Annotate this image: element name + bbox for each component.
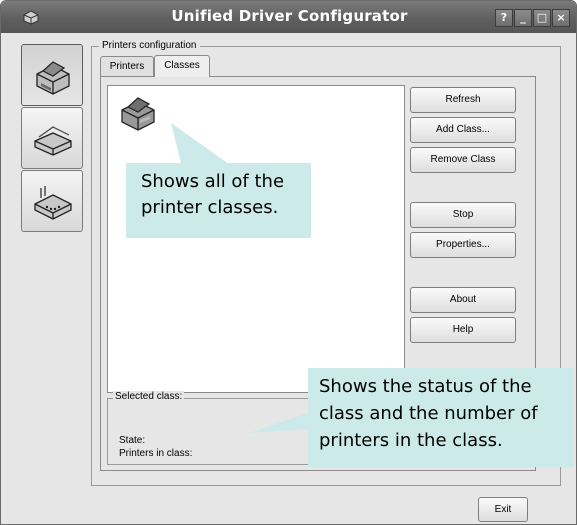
group-title: Printers configuration <box>99 40 200 51</box>
scanner-icon <box>34 126 72 156</box>
sidebar-item-printers[interactable] <box>21 44 83 106</box>
callout-line: printer classes. <box>141 197 279 218</box>
classes-callout: Shows all of the printer classes. <box>126 163 311 238</box>
tab-classes[interactable]: Classes <box>154 55 210 77</box>
port-icon <box>34 186 72 220</box>
callout-line: class and the number of <box>319 403 538 424</box>
sidebar-item-ports[interactable] <box>21 170 83 232</box>
state-label: State: <box>119 435 146 446</box>
status-callout: Shows the status of the class and the nu… <box>308 368 574 467</box>
exit-button[interactable]: Exit <box>478 497 528 522</box>
stop-button[interactable]: Stop <box>410 202 516 228</box>
refresh-button[interactable]: Refresh <box>410 87 516 113</box>
properties-button[interactable]: Properties... <box>410 232 516 258</box>
printers-in-class-label: Printers in class: <box>119 448 193 459</box>
callout-line: Shows the status of the <box>319 376 532 397</box>
tab-printers[interactable]: Printers <box>100 56 154 76</box>
minimize-button[interactable]: _ <box>514 9 532 27</box>
help-window-button[interactable]: ? <box>495 9 513 27</box>
help-button[interactable]: Help <box>410 317 516 343</box>
classes-list[interactable] <box>107 85 405 393</box>
add-class-button[interactable]: Add Class... <box>410 117 516 143</box>
remove-class-button[interactable]: Remove Class <box>410 147 516 173</box>
sidebar-item-scanners[interactable] <box>21 107 83 169</box>
close-button[interactable]: × <box>552 9 570 27</box>
printer-icon <box>36 61 70 95</box>
about-button[interactable]: About <box>410 287 516 313</box>
callout-line: Shows all of the <box>141 171 285 192</box>
printer-class-icon[interactable] <box>116 90 160 134</box>
status-title: Selected class: <box>113 391 185 402</box>
title-bar[interactable]: Unified Driver Configurator ? _ □ × <box>1 1 576 33</box>
callout-line: printers in the class. <box>319 430 503 451</box>
maximize-button[interactable]: □ <box>533 9 551 27</box>
window-title: Unified Driver Configurator <box>171 7 408 25</box>
app-window: Unified Driver Configurator ? _ □ × Prin… <box>0 0 577 525</box>
